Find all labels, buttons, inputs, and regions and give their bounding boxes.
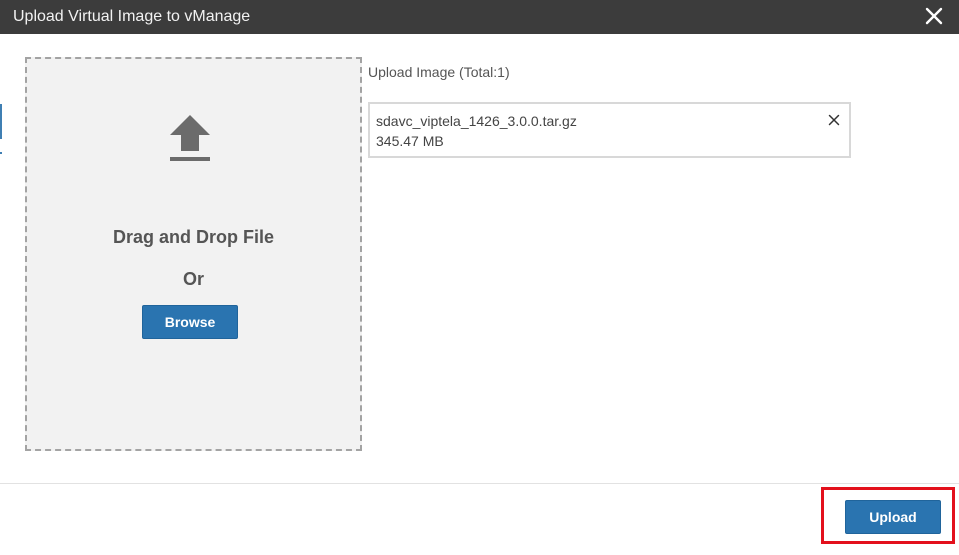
dialog-bottom-edge	[0, 550, 959, 555]
dialog-title: Upload Virtual Image to vManage	[13, 8, 251, 25]
background-page-edge	[0, 34, 3, 555]
file-name: sdavc_viptela_1426_3.0.0.tar.gz	[376, 113, 577, 129]
or-text: Or	[182, 269, 204, 289]
remove-file-icon[interactable]	[828, 113, 840, 126]
browse-button[interactable]: Browse	[142, 305, 238, 339]
close-icon[interactable]	[923, 5, 945, 27]
upload-arrow-icon	[168, 113, 212, 163]
dialog-title-bar: Upload Virtual Image to vManage	[0, 0, 959, 34]
drag-drop-text: Drag and Drop File	[112, 227, 274, 247]
upload-image-count-label: Upload Image (Total:1)	[368, 64, 510, 80]
background-accent	[0, 152, 2, 154]
footer-divider	[0, 483, 959, 484]
file-drop-zone[interactable]: Drag and Drop File Or Browse	[25, 57, 362, 451]
file-size: 345.47 MB	[376, 133, 444, 149]
background-accent	[0, 104, 2, 139]
upload-image-dialog: Upload Virtual Image to vManage Drag and…	[0, 0, 959, 555]
uploaded-file-item: sdavc_viptela_1426_3.0.0.tar.gz 345.47 M…	[368, 102, 851, 158]
upload-button[interactable]: Upload	[845, 500, 941, 534]
